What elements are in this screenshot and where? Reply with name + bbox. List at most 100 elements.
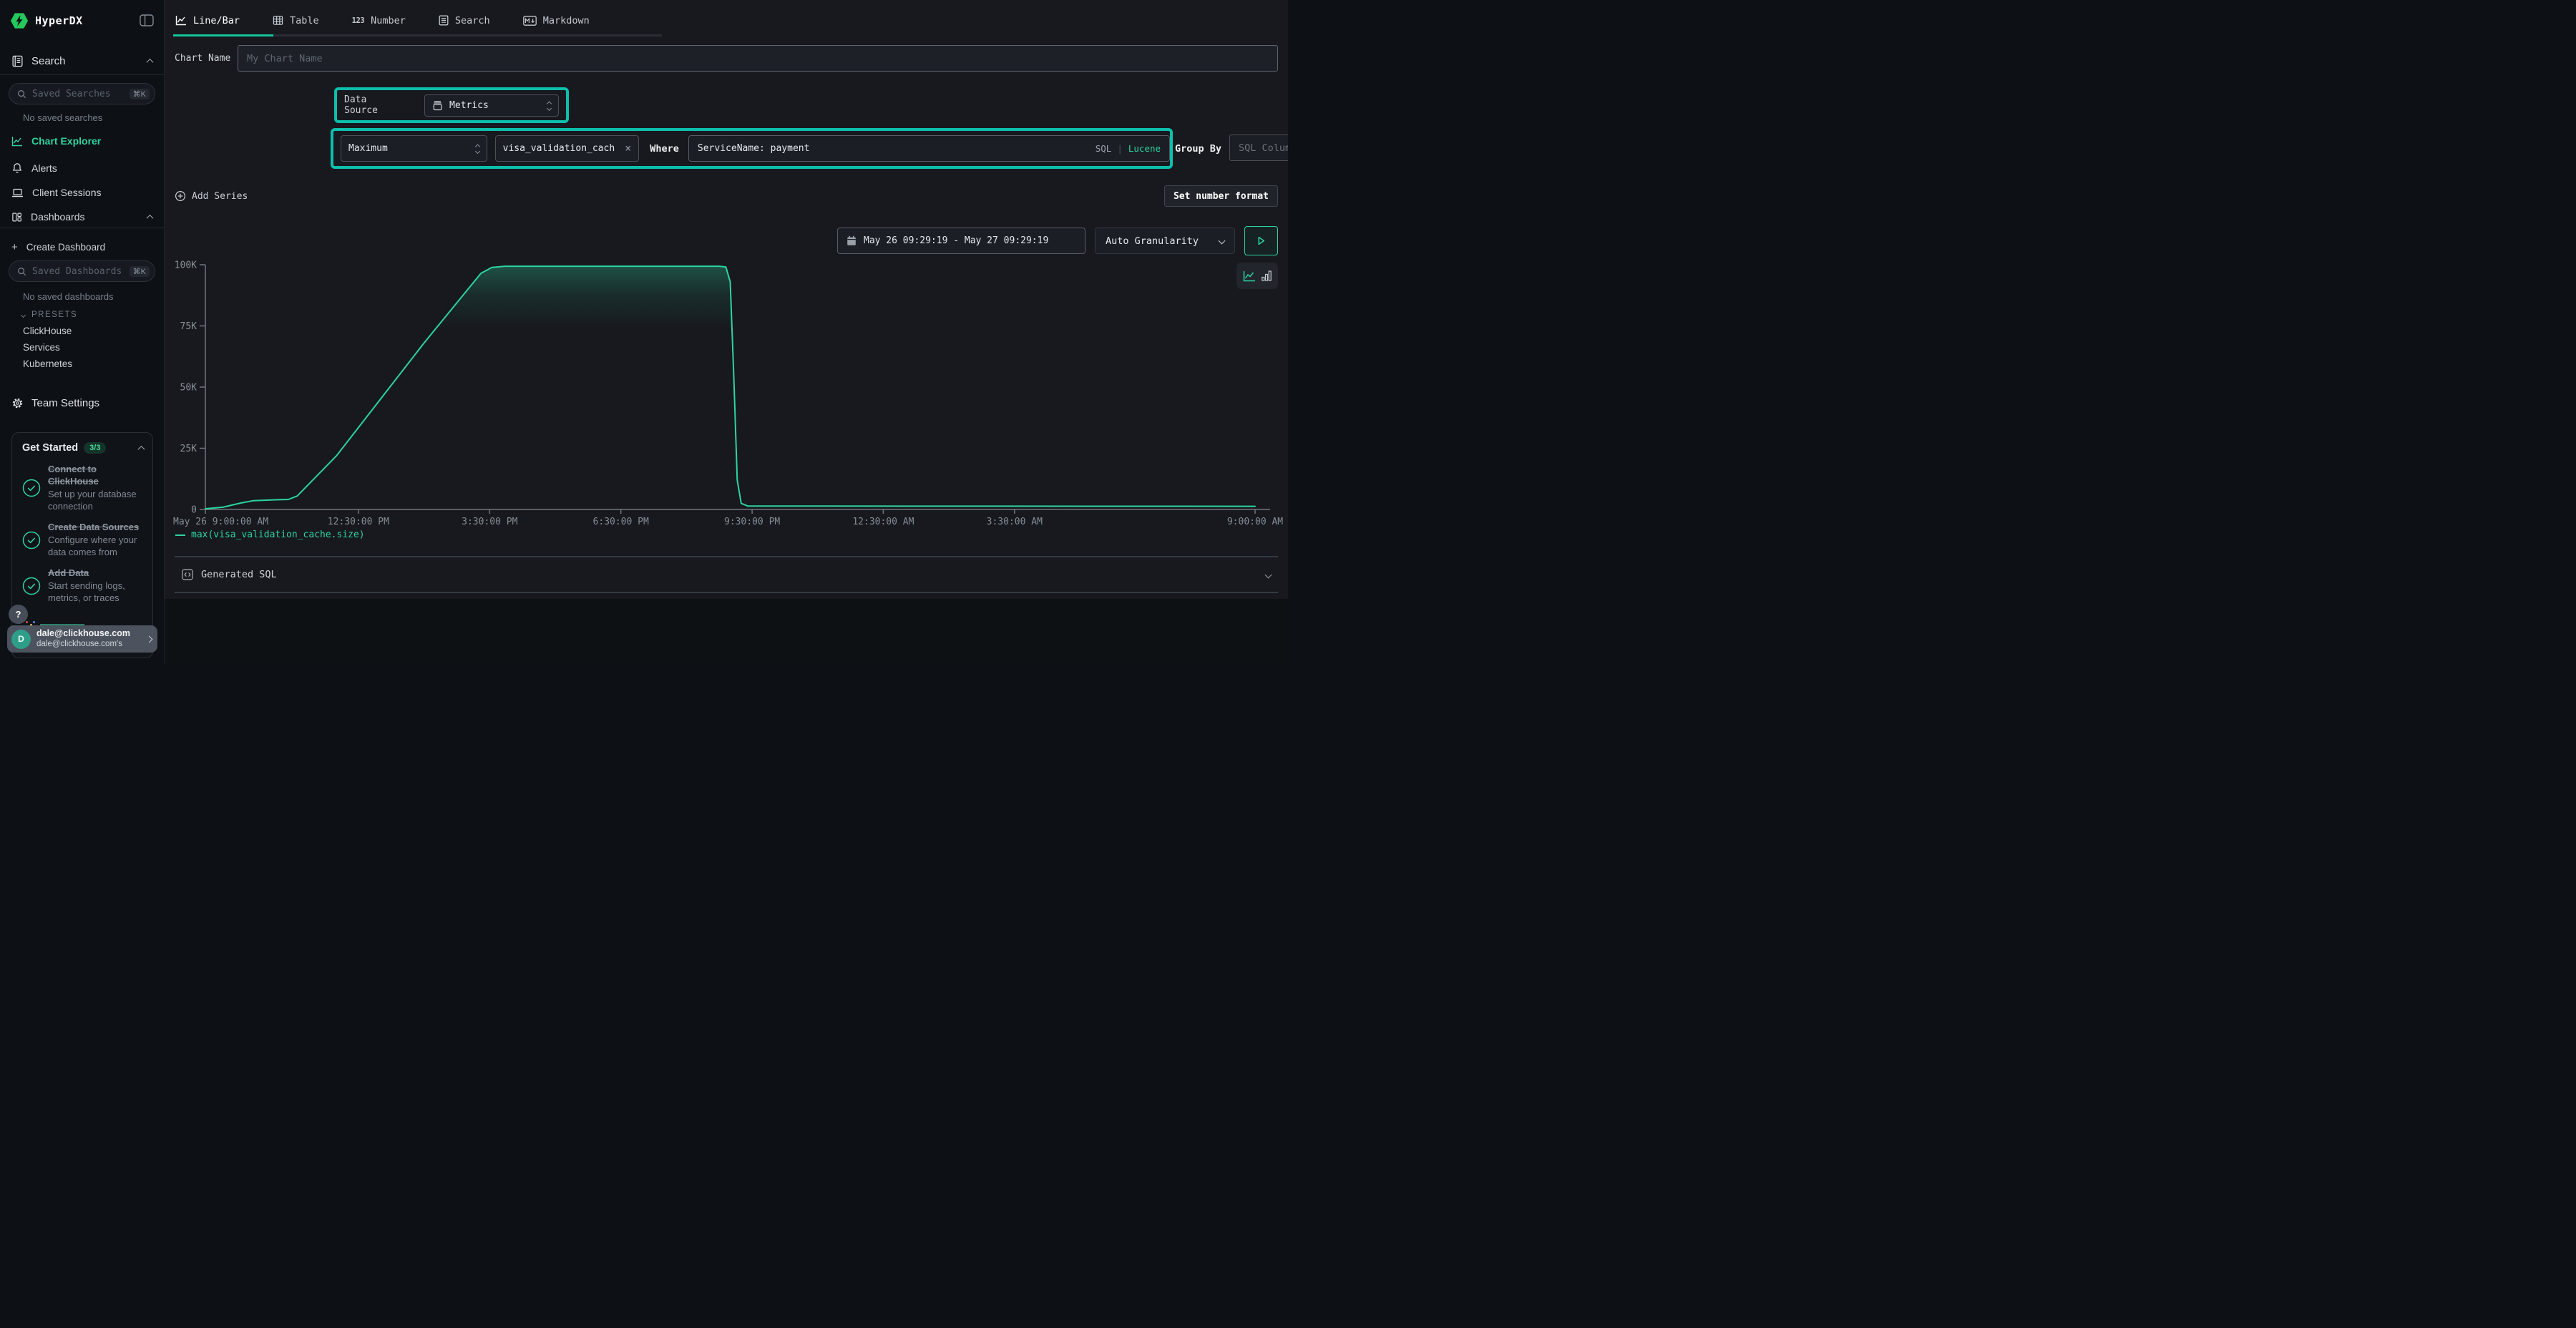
tab-search[interactable]: Search xyxy=(439,15,490,26)
task-create-data-sources[interactable]: Create Data SourcesConfigure where your … xyxy=(22,522,144,558)
y-axis-tick-label: 75K xyxy=(180,321,197,332)
add-series-label: Add Series xyxy=(192,191,248,202)
help-button[interactable]: ? xyxy=(9,605,28,624)
no-saved-dashboards-text: No saved dashboards xyxy=(23,291,113,302)
chevron-right-icon xyxy=(146,635,153,643)
dashboard-icon xyxy=(11,212,22,223)
x-axis-tick-label: 3:30:00 AM xyxy=(987,517,1043,527)
search-icon xyxy=(17,267,26,276)
sidebar-item-chart-explorer[interactable]: Chart Explorer xyxy=(0,130,164,152)
tab-line-bar[interactable]: Line/Bar xyxy=(175,15,240,26)
tab-markdown[interactable]: Markdown xyxy=(523,15,590,26)
divider xyxy=(0,74,164,75)
where-label: Where xyxy=(650,143,679,155)
tab-label: Table xyxy=(290,15,319,26)
metrics-line-chart[interactable]: 025K50K75K100KMay 26 9:00:00 AM12:30:00 … xyxy=(165,254,1288,529)
sidebar-item-label: Dashboards xyxy=(31,211,85,223)
task-title: Create Data Sources xyxy=(48,522,144,534)
saved-searches-input[interactable]: Saved Searches ⌘K xyxy=(9,83,155,104)
task-description: Configure where your data comes from xyxy=(48,534,144,558)
preset-kubernetes[interactable]: Kubernetes xyxy=(23,358,72,369)
bottom-strip xyxy=(165,599,1288,664)
tab-label: Line/Bar xyxy=(193,15,240,26)
x-axis-tick-label: 3:30:00 PM xyxy=(462,517,517,527)
create-dashboard-button[interactable]: + Create Dashboard xyxy=(0,236,164,258)
gear-icon xyxy=(11,397,24,409)
tab-table[interactable]: Table xyxy=(273,15,319,26)
tab-label: Number xyxy=(371,15,406,26)
y-axis-tick-label: 100K xyxy=(175,260,197,271)
chart-name-row: Chart Name xyxy=(173,45,1278,72)
sidebar-item-label: Client Sessions xyxy=(32,187,102,198)
chevron-up-icon xyxy=(147,58,154,65)
set-number-format-button[interactable]: Set number format xyxy=(1164,185,1278,207)
task-description: Set up your database connection xyxy=(48,488,144,512)
annotation-box-series: Maximum visa_validation_cach × Where Ser… xyxy=(331,128,1173,169)
doc-list-icon xyxy=(439,15,449,26)
task-title: Connect to ClickHouse xyxy=(48,464,144,488)
check-circle-icon xyxy=(22,577,41,595)
hyperdx-app: HyperDX Search Saved Searches ⌘K No save… xyxy=(0,0,1288,664)
task-title: Add Data xyxy=(48,567,144,580)
legend-series-label: max(visa_validation_cache.size) xyxy=(191,529,365,540)
chevron-up-icon xyxy=(147,214,154,221)
aggregation-select[interactable]: Maximum xyxy=(341,135,487,162)
preset-clickhouse[interactable]: ClickHouse xyxy=(23,326,72,336)
app-title: HyperDX xyxy=(35,14,83,27)
plus-icon: + xyxy=(11,241,18,253)
select-chevrons-icon xyxy=(547,101,551,110)
data-source-select[interactable]: Metrics xyxy=(424,94,559,117)
sidebar-section-search[interactable]: Search xyxy=(0,49,164,73)
chart-name-input[interactable] xyxy=(238,45,1278,72)
search-icon xyxy=(17,89,26,99)
saved-dashboards-input[interactable]: Saved Dashboards ⌘K xyxy=(9,260,155,282)
y-axis-tick-label: 50K xyxy=(180,383,197,394)
main-content: Line/Bar Table 123 Number Search Markdown Cha… xyxy=(165,0,1288,664)
where-input[interactable]: ServiceName: payment SQL | Lucene xyxy=(688,135,1170,162)
date-range-input[interactable]: May 26 09:29:19 - May 27 09:29:19 xyxy=(837,228,1085,254)
task-add-data[interactable]: Add DataStart sending logs, metrics, or … xyxy=(22,567,144,604)
group-by-input[interactable] xyxy=(1229,135,1288,161)
metric-chip[interactable]: visa_validation_cach × xyxy=(495,135,640,162)
data-source-value: Metrics xyxy=(449,100,489,111)
tab-active-indicator xyxy=(173,34,273,36)
add-series-button[interactable]: Add Series xyxy=(175,190,248,202)
sidebar-collapse-icon[interactable] xyxy=(140,14,154,26)
user-menu[interactable]: D dale@clickhouse.com dale@clickhouse.co… xyxy=(7,625,157,653)
sidebar-item-label: Chart Explorer xyxy=(31,135,101,147)
table-icon xyxy=(273,15,283,26)
123-icon: 123 xyxy=(352,16,364,25)
run-query-button[interactable] xyxy=(1244,226,1278,255)
get-started-header[interactable]: Get Started 3/3 xyxy=(12,433,152,458)
shortcut-badge: ⌘K xyxy=(130,89,150,99)
sidebar-item-label: Alerts xyxy=(31,162,57,174)
calendar-icon xyxy=(847,235,857,246)
presets-toggle[interactable]: PRESETS xyxy=(21,311,77,319)
sidebar-item-dashboards[interactable]: Dashboards xyxy=(0,206,164,228)
task-description: Start sending logs, metrics, or traces xyxy=(48,580,144,604)
team-settings-button[interactable]: Team Settings xyxy=(0,391,164,415)
sidebar-item-alerts[interactable]: Alerts xyxy=(0,157,164,179)
generated-sql-toggle[interactable]: Generated SQL xyxy=(175,556,1278,593)
task-connect-to-clickhouse[interactable]: Connect to ClickHouseSet up your databas… xyxy=(22,464,144,512)
sidebar: HyperDX Search Saved Searches ⌘K No save… xyxy=(0,0,165,664)
shortcut-badge: ⌘K xyxy=(130,266,150,277)
legend-line-swatch xyxy=(175,534,185,536)
tab-number[interactable]: 123 Number xyxy=(352,15,406,26)
series-area-glow xyxy=(205,266,1255,509)
team-settings-label: Team Settings xyxy=(31,397,99,409)
sql-mode-button[interactable]: SQL xyxy=(1096,143,1112,154)
chart-legend[interactable]: max(visa_validation_cache.size) xyxy=(175,529,365,540)
x-axis-tick-label: May 26 9:00:00 AM xyxy=(173,517,268,527)
play-icon xyxy=(1257,236,1266,245)
close-icon[interactable]: × xyxy=(625,143,631,154)
get-started-tasks: Connect to ClickHouseSet up your databas… xyxy=(12,458,152,605)
sidebar-item-client-sessions[interactable]: Client Sessions xyxy=(0,182,164,203)
help-label: ? xyxy=(16,609,21,620)
hyperdx-logo-icon xyxy=(10,11,29,30)
preset-services[interactable]: Services xyxy=(23,342,60,353)
granularity-select[interactable]: Auto Granularity xyxy=(1095,228,1235,254)
chevron-down-icon xyxy=(1219,238,1226,245)
progress-badge: 3/3 xyxy=(84,442,106,454)
lucene-mode-button[interactable]: Lucene xyxy=(1128,143,1161,154)
